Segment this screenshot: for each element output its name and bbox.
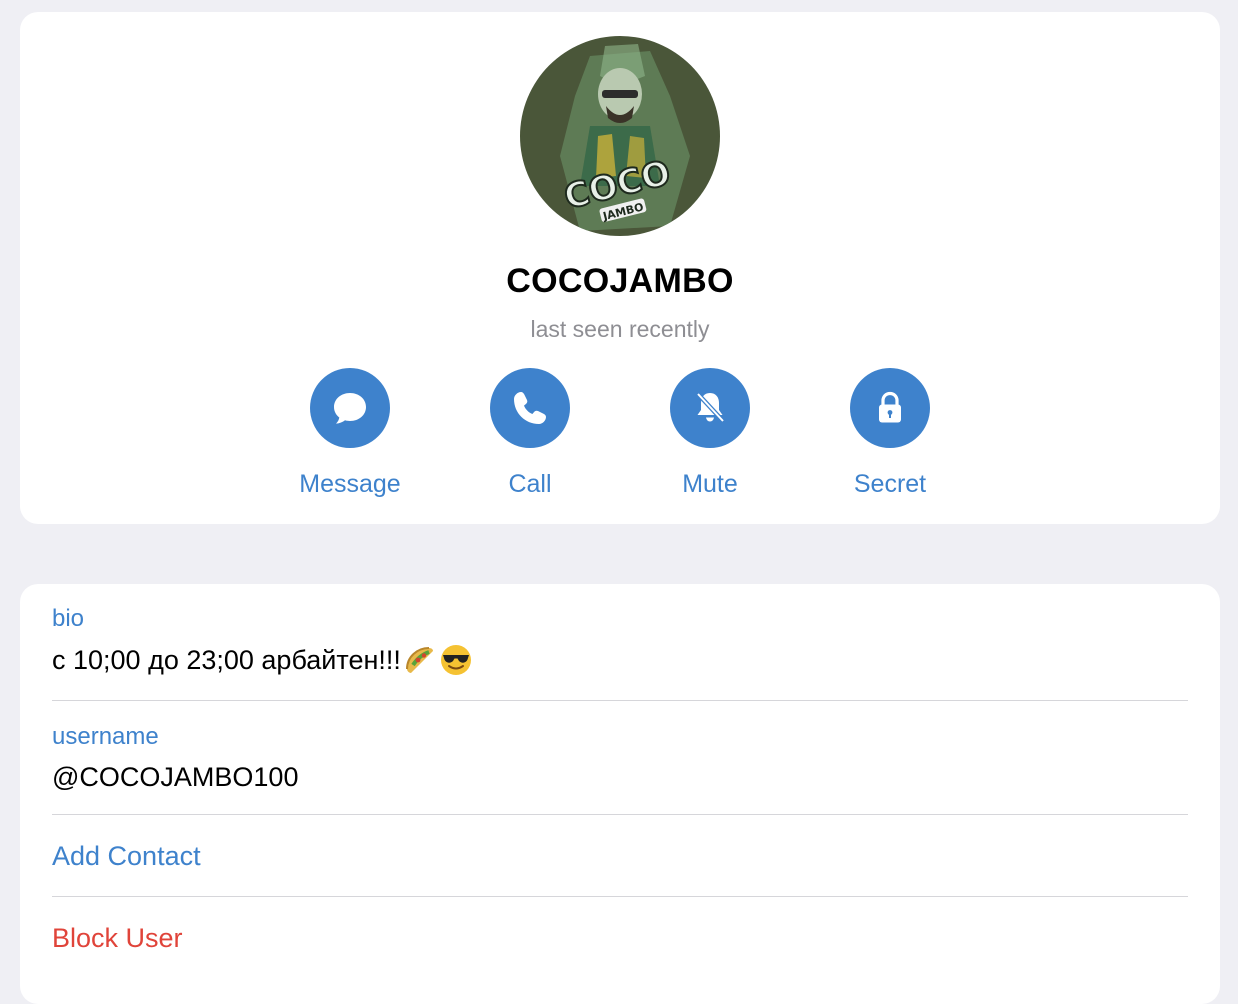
- chat-bubble-icon: [334, 393, 366, 424]
- mute-button-circle[interactable]: [670, 368, 750, 448]
- divider: [52, 896, 1188, 897]
- lock-icon: [879, 391, 901, 423]
- mute-label: Mute: [682, 470, 738, 498]
- mute-button[interactable]: Mute: [630, 368, 790, 499]
- divider: [52, 700, 1188, 701]
- add-contact-button[interactable]: Add Contact: [52, 839, 201, 873]
- message-button-circle[interactable]: [310, 368, 390, 448]
- call-label: Call: [508, 470, 552, 498]
- avatar[interactable]: COCO JAMBO: [520, 36, 720, 236]
- call-button-circle[interactable]: [490, 368, 570, 448]
- avatar-image: COCO JAMBO: [520, 36, 720, 236]
- block-user-button[interactable]: Block User: [52, 921, 183, 955]
- message-label: Message: [299, 470, 401, 498]
- profile-name: COCOJAMBO: [506, 262, 734, 300]
- sunglasses-emoji: [440, 645, 471, 675]
- info-card: bio с 10;00 до 23;00 арбайтен!!! usernam…: [20, 584, 1220, 1004]
- message-button[interactable]: Message: [270, 368, 430, 499]
- username-label: username: [52, 723, 159, 750]
- profile-card: COCO JAMBO COCOJAMBO last seen recently …: [20, 12, 1220, 524]
- profile-status: last seen recently: [530, 316, 710, 342]
- phone-icon: [514, 392, 546, 424]
- taco-emoji: [405, 647, 433, 673]
- divider: [52, 814, 1188, 815]
- username-row[interactable]: username @COCOJAMBO100: [52, 722, 1188, 794]
- secret-button-circle[interactable]: [850, 368, 930, 448]
- bio-label: bio: [52, 605, 85, 632]
- bio-value-line: с 10;00 до 23;00 арбайтен!!!: [52, 643, 1188, 677]
- secret-label: Secret: [853, 470, 927, 498]
- username-value[interactable]: @COCOJAMBO100: [52, 760, 1188, 794]
- bell-slash-icon: [696, 392, 725, 423]
- secret-chat-button[interactable]: Secret: [810, 368, 970, 499]
- call-button[interactable]: Call: [450, 368, 610, 499]
- bio-value: с 10;00 до 23;00 арбайтен!!!: [52, 645, 401, 675]
- bio-row: bio с 10;00 до 23;00 арбайтен!!!: [52, 604, 1188, 677]
